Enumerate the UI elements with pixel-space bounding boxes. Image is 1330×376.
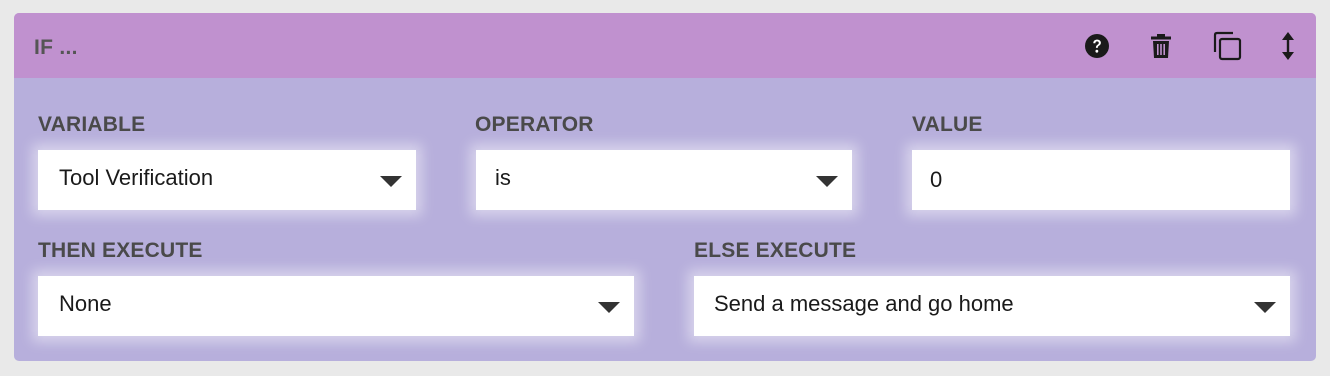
variable-select[interactable]: Tool Verification bbox=[38, 150, 416, 210]
then-execute-label: THEN EXECUTE bbox=[38, 239, 203, 262]
then-execute-selected-value: None bbox=[59, 291, 112, 316]
variable-selected-value: Tool Verification bbox=[59, 165, 214, 190]
block-title: IF ... bbox=[34, 36, 78, 59]
else-execute-select[interactable]: Send a message and go home bbox=[694, 276, 1290, 336]
trash-icon[interactable] bbox=[1146, 31, 1176, 61]
else-execute-selected-value: Send a message and go home bbox=[714, 291, 1014, 316]
operator-label: OPERATOR bbox=[475, 113, 594, 136]
variable-label: VARIABLE bbox=[38, 113, 146, 136]
else-execute-label: ELSE EXECUTE bbox=[694, 239, 857, 262]
value-field[interactable] bbox=[912, 150, 1290, 210]
chevron-down-icon bbox=[598, 302, 620, 313]
help-icon[interactable] bbox=[1082, 31, 1112, 61]
operator-selected-value: is bbox=[495, 165, 511, 190]
chevron-down-icon bbox=[1254, 302, 1276, 313]
if-block-header[interactable]: IF ... bbox=[14, 13, 1316, 78]
duplicate-icon[interactable] bbox=[1212, 31, 1242, 61]
value-label: VALUE bbox=[912, 113, 983, 136]
if-block-card: IF ... VARIABLE Tool Verification OPERAT… bbox=[14, 13, 1316, 361]
value-input[interactable] bbox=[912, 150, 1290, 210]
operator-select[interactable]: is bbox=[476, 150, 852, 210]
chevron-down-icon bbox=[380, 176, 402, 187]
move-icon[interactable] bbox=[1273, 31, 1303, 61]
chevron-down-icon bbox=[816, 176, 838, 187]
then-execute-select[interactable]: None bbox=[38, 276, 634, 336]
